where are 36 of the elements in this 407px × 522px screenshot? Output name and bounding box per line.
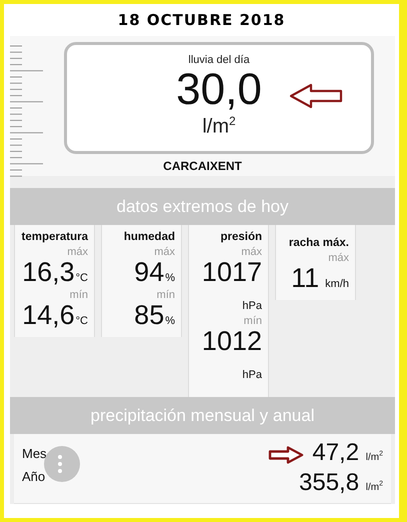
date-title: 18 OCTUBRE 2018 <box>118 11 286 29</box>
reading-value: 85 <box>134 302 164 329</box>
reading-value: 11 <box>291 265 320 292</box>
cell-title: presión <box>220 231 262 243</box>
reading-label: máx <box>154 246 175 259</box>
reading-label: máx <box>328 252 349 265</box>
reading-label: mín <box>156 289 175 302</box>
more-handle-icon[interactable] <box>44 446 80 482</box>
reading-label: mín <box>244 315 262 328</box>
rain-unit: l/m$^{2}$ <box>202 114 236 139</box>
precipitation-value: 355,8 l/m$^{2}$ <box>299 470 383 498</box>
reading-value: 1012 <box>202 328 262 355</box>
reading-unit: km/h <box>325 278 349 290</box>
reading-label: mín <box>70 289 88 302</box>
reading-value: 1017 <box>202 259 262 286</box>
period-label: Año <box>22 469 46 484</box>
arrow-left-icon <box>289 83 343 109</box>
cell-title: racha máx. <box>288 237 349 249</box>
reading-label: máx <box>67 246 88 259</box>
reading-unit: % <box>165 315 175 327</box>
reading-unit: hPa <box>242 300 262 312</box>
reading-value: 14,6 <box>22 302 75 329</box>
period-label: Mes <box>22 446 47 461</box>
precipitation-value: 47,2 l/m$^{2}$ <box>312 440 383 468</box>
reading-unit: hPa <box>242 369 262 381</box>
reading-value: 16,3 <box>22 259 75 286</box>
rain-label: lluvia del día <box>188 54 250 66</box>
reading-unit: °C <box>76 315 88 327</box>
reading-label: máx <box>241 246 262 259</box>
cell-title: humedad <box>124 231 175 243</box>
rain-value: 30,0 <box>176 66 262 114</box>
reading-unit: °C <box>76 272 88 284</box>
reading-unit: % <box>165 272 175 284</box>
reading-value: 94 <box>134 259 164 286</box>
station-name: CARCAIXENT <box>163 159 242 173</box>
cell-title: temperatura <box>22 231 88 243</box>
